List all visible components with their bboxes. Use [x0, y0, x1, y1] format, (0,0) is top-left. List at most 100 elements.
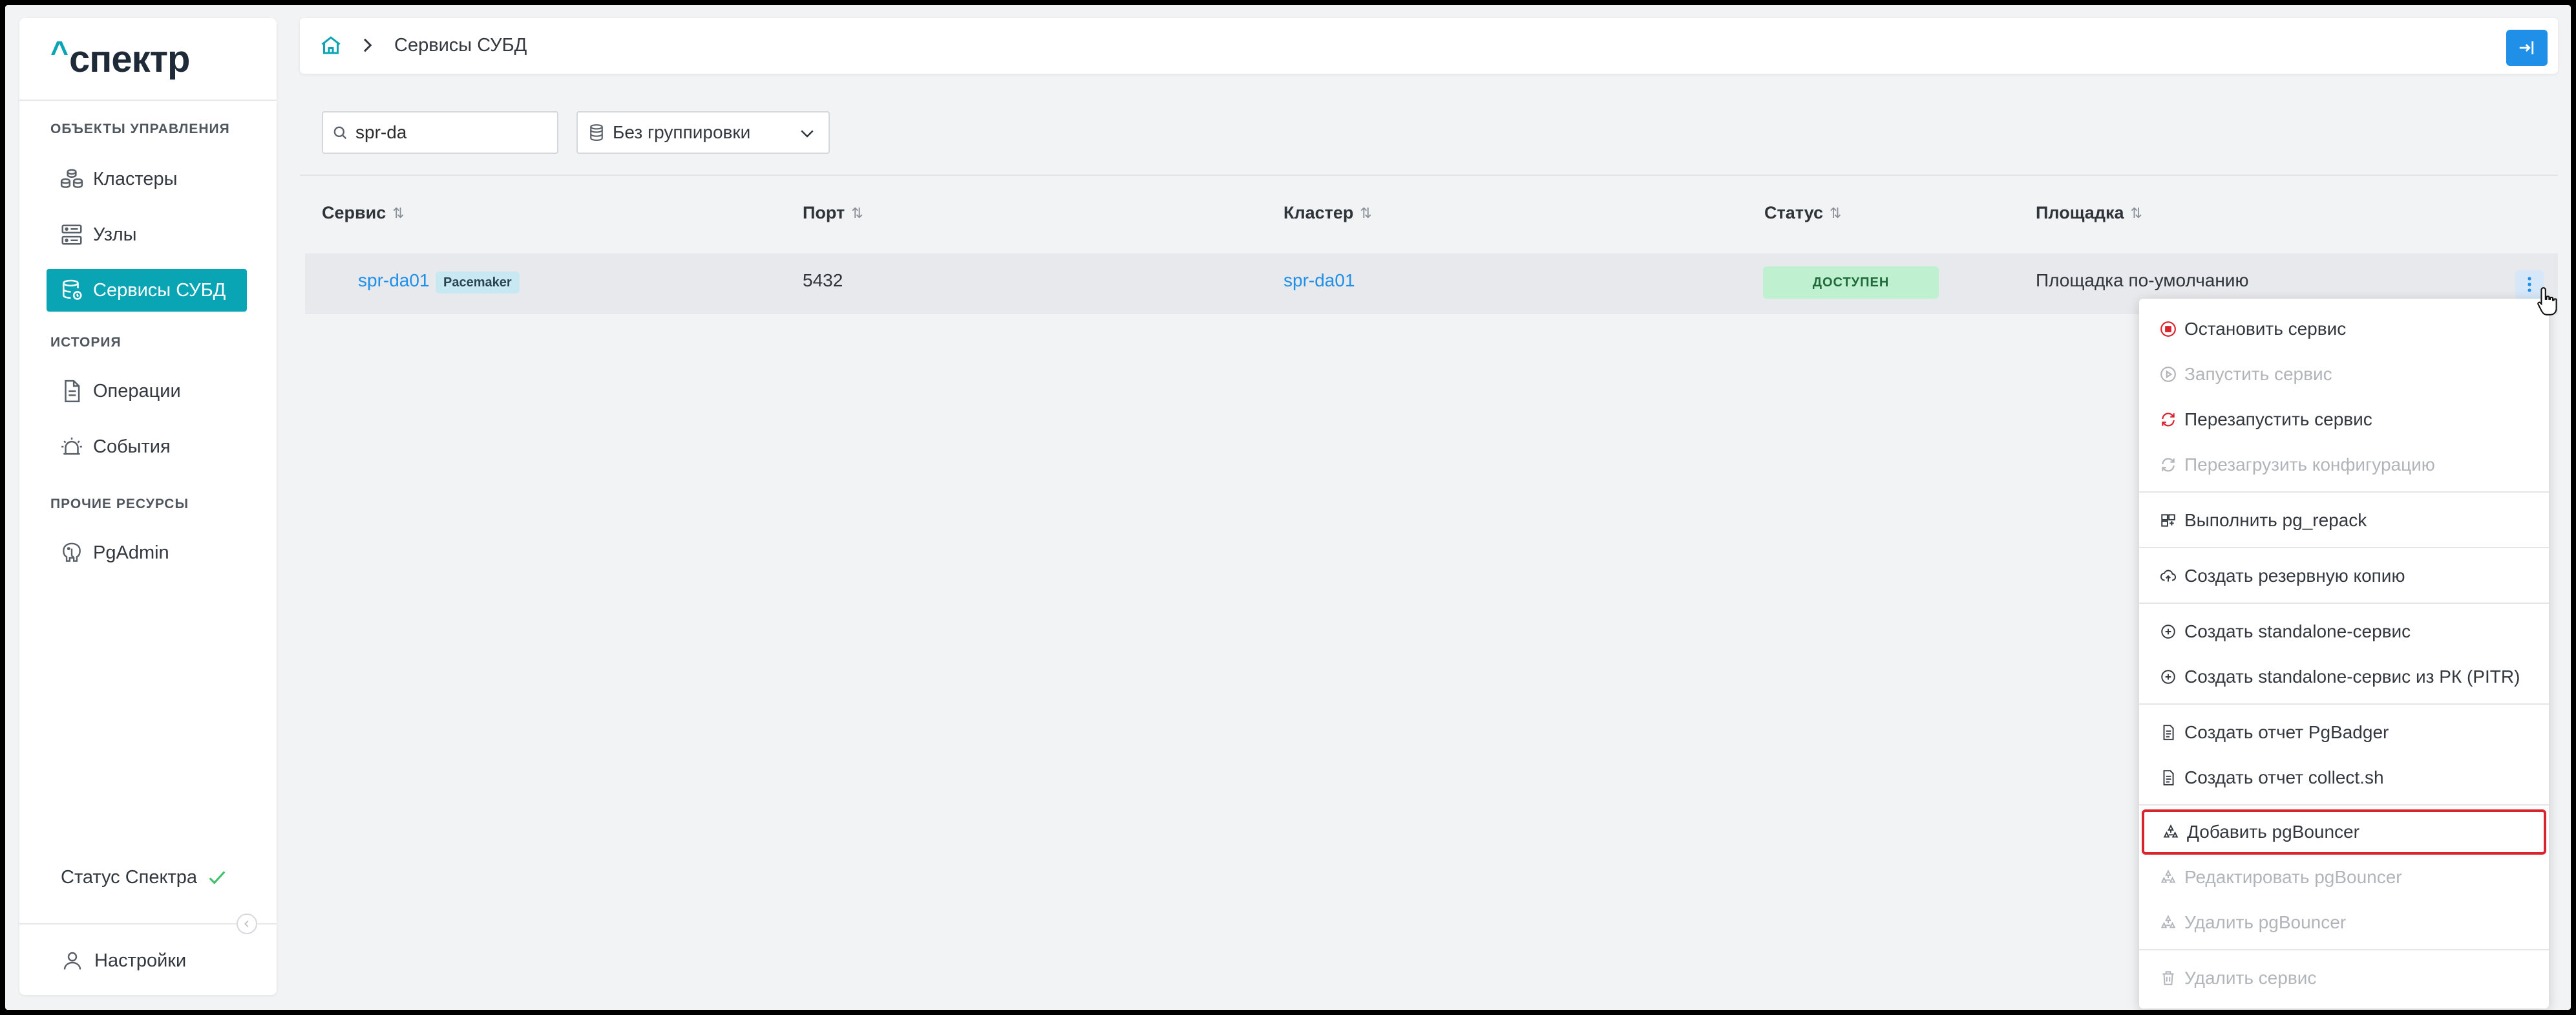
chevron-down-icon [801, 130, 814, 138]
menu-item-label: Остановить сервис [2184, 319, 2347, 339]
database-icon [63, 279, 82, 300]
app-window: ^спектр ОБЪЕКТЫ УПРАВЛЕНИЯ Кластеры Узлы… [5, 5, 2571, 1010]
menu-item-label: Перезапустить сервис [2184, 409, 2372, 429]
breadcrumb-current: Сервисы СУБД [394, 35, 527, 56]
menu-item-label: Создать standalone-сервис из РК (PITR) [2184, 667, 2520, 687]
document-icon [65, 379, 80, 403]
play-icon [2160, 367, 2176, 382]
menu-item-add-pgbouncer[interactable]: Добавить pgBouncer [2142, 809, 2546, 855]
menu-item-create-backup[interactable]: Создать резервную копию [2139, 553, 2549, 599]
site-value: Площадка по-умолчанию [2036, 270, 2249, 290]
sort-icon: ⇅ [1360, 204, 1372, 221]
column-header-status[interactable]: Статус ⇅ [1764, 203, 1841, 223]
logout-icon [2519, 41, 2534, 54]
sidebar: ^спектр ОБЪЕКТЫ УПРАВЛЕНИЯ Кластеры Узлы… [19, 18, 277, 995]
collapse-sidebar-button[interactable] [237, 914, 257, 934]
alarm-icon [61, 437, 82, 455]
section-title-management: ОБЪЕКТЫ УПРАВЛЕНИЯ [50, 122, 230, 136]
sort-icon: ⇅ [851, 204, 863, 221]
menu-separator [2139, 949, 2549, 950]
hand-cursor-icon [2537, 287, 2557, 315]
search-field[interactable] [322, 111, 558, 154]
menu-separator [2139, 547, 2549, 548]
menu-item-delete-service[interactable]: Удалить сервис [2139, 956, 2549, 1001]
port-value: 5432 [803, 270, 843, 290]
sidebar-item-label: События [93, 436, 171, 457]
repack-icon [2161, 514, 2175, 527]
menu-item-report-collect[interactable]: Создать отчет collect.sh [2139, 755, 2549, 800]
menu-item-reload-config[interactable]: Перезагрузить конфигурацию [2139, 442, 2549, 487]
menu-item-restart-service[interactable]: Перезапустить сервис [2139, 397, 2549, 442]
column-label: Кластер [1283, 203, 1354, 222]
spectr-status-label: Статус Спектра [61, 866, 198, 888]
user-icon [63, 952, 81, 970]
pgbouncer-icon [2160, 870, 2176, 883]
menu-item-label: Удалить pgBouncer [2184, 912, 2347, 932]
menu-item-report-pgbadger[interactable]: Создать отчет PgBadger [2139, 710, 2549, 755]
menu-item-start-service[interactable]: Запустить сервис [2139, 352, 2549, 397]
service-link[interactable]: spr-da01 [358, 270, 430, 291]
menu-item-label: Создать отчет PgBadger [2184, 722, 2389, 742]
column-header-service[interactable]: Сервис ⇅ [322, 203, 405, 223]
sidebar-item-settings[interactable]: Настройки [61, 941, 186, 980]
search-icon [333, 126, 347, 140]
check-icon [209, 871, 226, 884]
menu-item-label: Создать отчет collect.sh [2184, 767, 2384, 787]
menu-separator [2139, 491, 2549, 493]
sidebar-item-label: Узлы [93, 224, 137, 245]
stack-icon [590, 124, 603, 141]
sidebar-item-operations[interactable]: Операции [47, 370, 247, 412]
sidebar-item-events[interactable]: События [47, 425, 247, 468]
sort-icon: ⇅ [1830, 204, 1842, 221]
menu-item-label: Перезагрузить конфигурацию [2184, 454, 2435, 475]
sidebar-item-nodes[interactable]: Узлы [47, 213, 247, 256]
menu-item-pg-repack[interactable]: Выполнить pg_repack [2139, 498, 2549, 543]
column-label: Статус [1764, 203, 1823, 222]
menu-item-create-standalone[interactable]: Создать standalone-сервис [2139, 609, 2549, 654]
menu-item-delete-pgbouncer[interactable]: Удалить pgBouncer [2139, 900, 2549, 945]
column-header-cluster[interactable]: Кластер ⇅ [1283, 203, 1372, 223]
menu-item-stop-service[interactable]: Остановить сервис [2139, 306, 2549, 352]
menu-item-edit-pgbouncer[interactable]: Редактировать pgBouncer [2139, 855, 2549, 900]
status-badge: ДОСТУПЕН [1763, 266, 1939, 299]
sort-icon: ⇅ [2130, 204, 2142, 221]
pgbouncer-icon [2160, 915, 2176, 928]
column-label: Порт [803, 203, 845, 222]
cluster-link[interactable]: spr-da01 [1283, 270, 1355, 291]
home-icon[interactable] [319, 34, 343, 57]
spectr-status[interactable]: Статус Спектра [61, 866, 228, 888]
plus-circle-icon [2161, 670, 2175, 684]
grouping-select[interactable]: Без группировки [576, 111, 830, 154]
trash-icon [2162, 971, 2174, 985]
table-top-divider [300, 175, 2558, 176]
top-bar: Сервисы СУБД [300, 18, 2558, 74]
menu-item-label: Удалить сервис [2184, 968, 2317, 988]
column-label: Сервис [322, 203, 386, 222]
column-label: Площадка [2036, 203, 2124, 222]
menu-item-label: Создать standalone-сервис [2184, 621, 2411, 641]
logout-button[interactable] [2506, 30, 2548, 66]
search-input[interactable] [355, 122, 543, 143]
menu-item-create-standalone-pitr[interactable]: Создать standalone-сервис из РК (PITR) [2139, 654, 2549, 700]
cluster-icon [60, 169, 83, 188]
menu-item-label: Создать резервную копию [2184, 566, 2405, 586]
sidebar-item-label: Операции [93, 380, 181, 401]
chevron-left-icon [244, 920, 249, 928]
app-logo[interactable]: ^спектр [50, 35, 190, 81]
report-icon [2163, 725, 2174, 740]
pgbouncer-icon [2163, 824, 2179, 838]
cloud-backup-icon [2160, 570, 2177, 582]
server-icon [61, 224, 82, 245]
column-header-site[interactable]: Площадка ⇅ [2036, 203, 2142, 223]
report-icon [2163, 770, 2174, 785]
column-header-port[interactable]: Порт ⇅ [803, 203, 863, 223]
plus-circle-icon [2161, 625, 2175, 639]
menu-separator [2139, 603, 2549, 604]
restart-icon [2162, 412, 2175, 427]
menu-separator [2139, 804, 2549, 806]
sidebar-item-pgadmin[interactable]: PgAdmin [47, 531, 247, 574]
sidebar-item-clusters[interactable]: Кластеры [47, 158, 247, 200]
menu-item-label: Запустить сервис [2184, 364, 2332, 384]
sidebar-item-db-services[interactable]: Сервисы СУБД [47, 269, 247, 312]
menu-separator [2139, 703, 2549, 705]
